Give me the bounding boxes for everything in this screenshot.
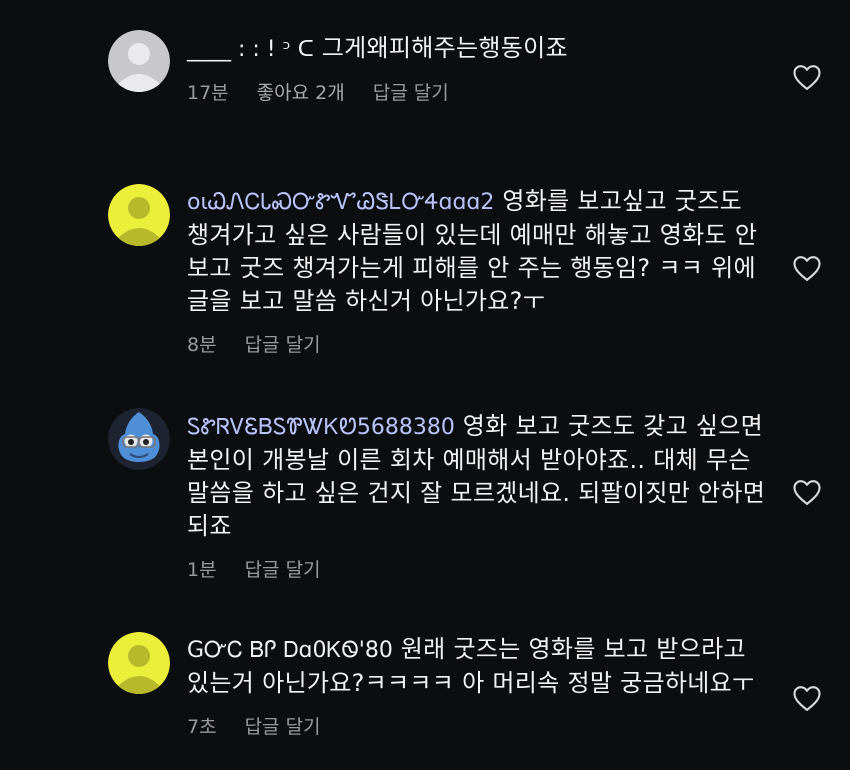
comment-time: 1분	[187, 559, 217, 581]
comment-username[interactable]: oɩᏇᏁᏟᏓᏍᏅᏑᏉᏊᏕᏞᏅᏎɑɑɑ2	[187, 190, 494, 215]
heart-outline-icon[interactable]	[792, 684, 822, 712]
reply-button[interactable]: 답글 달기	[245, 330, 321, 357]
default-avatar-gray-icon	[108, 30, 170, 92]
comment-like-count[interactable]: 좋아요 2개	[257, 78, 345, 105]
comment-text-block: ____ : : ! ᵓ ᑕ 그게왜피해주는행동이죠	[187, 32, 767, 66]
avatar[interactable]	[108, 30, 170, 92]
comment-time: 8분	[187, 334, 217, 356]
heart-outline-icon[interactable]	[792, 478, 822, 506]
comment-meta: 7초 답글 달기	[187, 712, 767, 739]
default-avatar-yellow-icon	[108, 632, 170, 694]
comment-meta: 1분 답글 달기	[187, 555, 767, 582]
reply-button[interactable]: 답글 달기	[373, 78, 449, 105]
heart-outline-icon[interactable]	[792, 63, 822, 91]
character-avatar-icon	[108, 408, 170, 470]
comment-text-block: ᏚᏑᏒᏙᏋᏴᏚᏈᏔᏦᏬ5688380 영화 보고 굿즈도 갖고 싶으면 본인이 …	[187, 410, 767, 543]
comment-username[interactable]: ____ : : ! ᵓ ᑕ	[187, 37, 314, 62]
avatar[interactable]	[108, 184, 170, 246]
comments-list: ____ : : ! ᵓ ᑕ 그게왜피해주는행동이죠 17분 좋아요 2개 답글…	[0, 0, 850, 770]
default-avatar-yellow-icon	[108, 184, 170, 246]
comment-meta: 17분 좋아요 2개 답글 달기	[187, 78, 767, 105]
reply-button[interactable]: 답글 달기	[245, 555, 321, 582]
comment-text: 그게왜피해주는행동이죠	[321, 34, 568, 62]
comment-meta: 8분 답글 달기	[187, 330, 767, 357]
avatar[interactable]	[108, 408, 170, 470]
comment-username[interactable]: GᏅᏟ ᏴᎵ Ꭰɑ0ᏦᏫ'80	[187, 638, 393, 663]
comment-username[interactable]: ᏚᏑᏒᏙᏋᏴᏚᏈᏔᏦᏬ5688380	[187, 415, 455, 440]
comment-time: 17분	[187, 82, 229, 104]
heart-outline-icon[interactable]	[792, 254, 822, 282]
comment-time: 7초	[187, 716, 217, 738]
reply-button[interactable]: 답글 달기	[245, 712, 321, 739]
avatar[interactable]	[108, 632, 170, 694]
comment-text-block: oɩᏇᏁᏟᏓᏍᏅᏑᏉᏊᏕᏞᏅᏎɑɑɑ2 영화를 보고싶고 굿즈도 챙겨가고 싶은…	[187, 185, 767, 318]
comment-text-block: GᏅᏟ ᏴᎵ Ꭰɑ0ᏦᏫ'80 원래 굿즈는 영화를 보고 받으라고 있는거 아…	[187, 633, 767, 700]
